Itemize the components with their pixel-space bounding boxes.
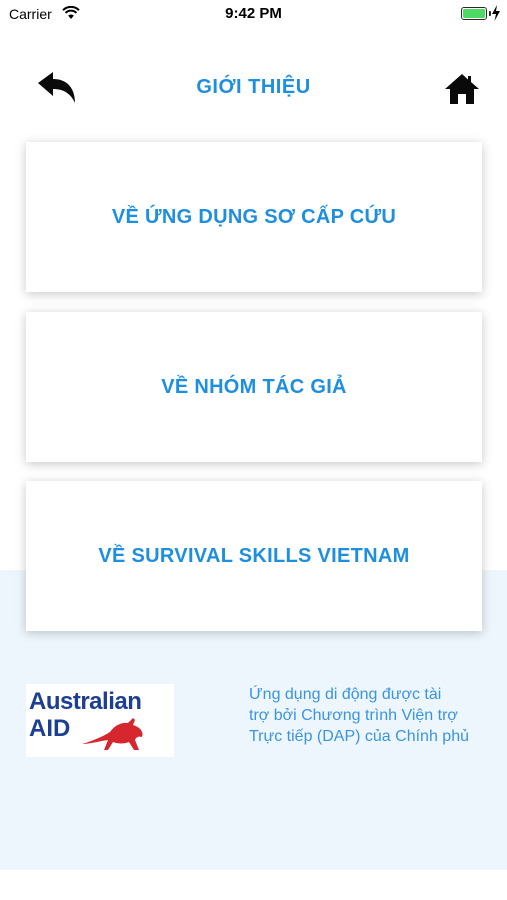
about-authors-card[interactable]: VỀ NHÓM TÁC GIẢ xyxy=(26,312,482,462)
home-button[interactable] xyxy=(444,72,480,106)
sponsor-line-2: trợ bởi Chương trình Viện trợ xyxy=(249,707,458,724)
sponsor-line-3: Trực tiếp (DAP) của Chính phủ xyxy=(249,728,469,745)
about-survival-skills-label: VỀ SURVIVAL SKILLS VIETNAM xyxy=(98,544,410,567)
clock: 9:42 PM xyxy=(225,5,282,22)
battery-icon xyxy=(461,7,487,20)
charging-icon xyxy=(492,5,500,21)
logo-text-line1: Australian xyxy=(29,688,142,715)
about-app-card[interactable]: VỀ ỨNG DỤNG SƠ CẤP CỨU xyxy=(26,142,482,292)
status-bar: Carrier 9:42 PM xyxy=(0,0,507,28)
home-icon xyxy=(445,74,479,104)
sponsor-text: Ứng dụng di động được tài trợ bởi Chương… xyxy=(249,684,484,747)
page-title: GIỚI THIỆU xyxy=(196,76,311,98)
kangaroo-icon xyxy=(82,718,143,750)
about-survival-skills-card[interactable]: VỀ SURVIVAL SKILLS VIETNAM xyxy=(26,481,482,631)
logo-text-line2: AID xyxy=(29,715,71,742)
about-app-label: VỀ ỨNG DỤNG SƠ CẤP CỨU xyxy=(111,205,397,228)
navigation-bar: GIỚI THIỆU xyxy=(0,60,507,118)
sponsor-line-1: Ứng dụng di động được tài xyxy=(249,686,442,703)
about-authors-label: VỀ NHÓM TÁC GIẢ xyxy=(161,375,347,398)
australian-aid-logo: Australian AID xyxy=(26,684,174,757)
